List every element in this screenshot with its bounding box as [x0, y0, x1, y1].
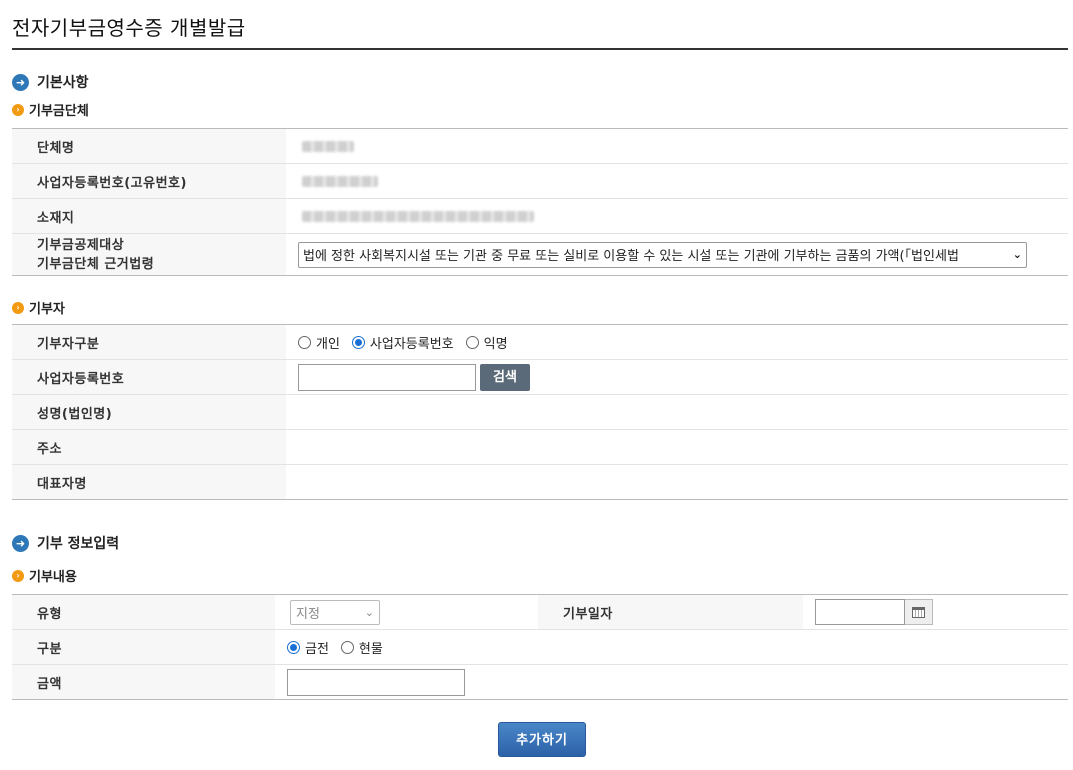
calendar-icon: [912, 606, 925, 618]
table-row: 사업자등록번호(고유번호): [12, 163, 1068, 199]
table-row: 금액: [12, 664, 1068, 700]
org-address-value-redacted: [302, 210, 534, 222]
law-basis-label-line2: 기부금단체 근거법령: [37, 256, 155, 272]
org-biz-no-label: 사업자등록번호(고유번호): [12, 163, 286, 199]
donor-address-label: 주소: [12, 429, 286, 465]
section-donation-title: 기부 정보입력: [37, 536, 120, 552]
arrow-right-icon: ➜: [12, 73, 29, 91]
donor-address-value: [286, 429, 1068, 465]
chevron-down-icon: ⌄: [364, 605, 374, 619]
donation-category-label: 구분: [12, 629, 275, 665]
subsection-donor-heading: › 기부자: [12, 298, 65, 317]
law-basis-select[interactable]: 법에 정한 사회복지시설 또는 기관 중 무료 또는 실비로 이용할 수 있는 …: [298, 241, 1027, 268]
donation-category-radio-goods[interactable]: 현물: [340, 638, 383, 657]
donation-amount-label: 금액: [12, 664, 275, 700]
section-basic-title: 기본사항: [37, 75, 89, 91]
donor-type-radio-individual[interactable]: 개인: [298, 333, 340, 352]
donation-date-label: 기부일자: [538, 594, 803, 630]
subsection-donation-title: 기부내용: [29, 570, 77, 585]
table-row: 기부자구분 개인 사업자등록번호 익명: [12, 324, 1068, 360]
arrow-right-icon: ›: [12, 569, 24, 582]
org-info-table: 단체명 사업자등록번호(고유번호) 소재지 기부금공제대상 기부금단체 근거법령…: [12, 128, 1068, 276]
org-biz-no-value-redacted: [302, 175, 378, 187]
radio-label: 사업자등록번호: [369, 336, 454, 352]
subsection-donor-title: 기부자: [29, 302, 65, 317]
donor-name-value: [286, 394, 1068, 430]
title-divider: [12, 48, 1068, 50]
donor-type-label: 기부자구분: [12, 324, 286, 360]
org-address-label: 소재지: [12, 198, 286, 234]
donation-type-label: 유형: [12, 594, 275, 630]
section-basic-heading: ➜ 기본사항: [12, 72, 89, 92]
arrow-right-icon: ➜: [12, 534, 29, 552]
donor-biz-no-label: 사업자등록번호: [12, 359, 286, 395]
table-row: 기부금공제대상 기부금단체 근거법령 법에 정한 사회복지시설 또는 기관 중 …: [12, 233, 1068, 276]
radio-label: 개인: [316, 336, 340, 352]
donor-name-label: 성명(법인명): [12, 394, 286, 430]
subsection-org-heading: › 기부금단체: [12, 100, 89, 119]
org-name-label: 단체명: [12, 128, 286, 164]
law-basis-label: 기부금공제대상 기부금단체 근거법령: [12, 233, 286, 276]
table-row: 소재지: [12, 198, 1068, 234]
donor-rep-label: 대표자명: [12, 464, 286, 500]
donation-type-select[interactable]: 지정 ⌄: [290, 599, 380, 625]
donation-date-input[interactable]: [815, 599, 905, 625]
radio-label: 금전: [305, 641, 329, 657]
donation-date-field: [815, 599, 1068, 625]
table-row: 대표자명: [12, 464, 1068, 500]
donation-amount-input[interactable]: [287, 668, 465, 696]
radio-circle[interactable]: [298, 335, 311, 349]
calendar-button[interactable]: [905, 599, 933, 625]
table-row: 유형 지정 ⌄ 기부일자: [12, 594, 1068, 630]
radio-label: 현물: [358, 641, 383, 657]
law-basis-selected: 법에 정한 사회복지시설 또는 기관 중 무료 또는 실비로 이용할 수 있는 …: [303, 249, 959, 264]
org-name-value-redacted: [302, 140, 354, 152]
donor-type-radio-anonymous[interactable]: 익명: [465, 333, 508, 352]
arrow-right-icon: ›: [12, 103, 24, 116]
table-row: 성명(법인명): [12, 394, 1068, 430]
radio-circle[interactable]: [287, 640, 300, 654]
subsection-donation-heading: › 기부내용: [12, 566, 77, 585]
donation-type-selected: 지정: [296, 606, 320, 622]
chevron-down-icon: ⌄: [1012, 248, 1022, 261]
radio-circle[interactable]: [465, 335, 479, 349]
donation-category-radio-cash[interactable]: 금전: [287, 638, 329, 657]
donor-biz-no-input[interactable]: [298, 363, 476, 391]
radio-circle[interactable]: [340, 640, 354, 654]
donor-type-radio-group: 개인 사업자등록번호 익명: [298, 333, 1068, 352]
subsection-org-title: 기부금단체: [29, 104, 89, 119]
donor-rep-value: [286, 465, 1068, 500]
donor-info-table: 기부자구분 개인 사업자등록번호 익명 사업자등록번호 검색 성명(법인명) 주…: [12, 324, 1068, 500]
add-button[interactable]: 추가하기: [498, 722, 586, 757]
table-row: 단체명: [12, 128, 1068, 164]
donor-type-radio-business[interactable]: 사업자등록번호: [351, 333, 454, 352]
table-row: 사업자등록번호 검색: [12, 359, 1068, 395]
search-button[interactable]: 검색: [480, 363, 530, 391]
page-title: 전자기부금영수증 개별발급: [12, 16, 246, 40]
donation-info-table: 유형 지정 ⌄ 기부일자 구분 금전 현물 금액: [12, 594, 1068, 700]
donation-category-radio-group: 금전 현물: [287, 638, 1068, 657]
law-basis-label-line1: 기부금공제대상: [37, 237, 125, 253]
table-row: 주소: [12, 429, 1068, 465]
arrow-right-icon: ›: [12, 301, 24, 314]
section-donation-heading: ➜ 기부 정보입력: [12, 533, 119, 553]
radio-label: 익명: [483, 336, 508, 352]
table-row: 구분 금전 현물: [12, 629, 1068, 665]
radio-circle[interactable]: [351, 335, 365, 349]
